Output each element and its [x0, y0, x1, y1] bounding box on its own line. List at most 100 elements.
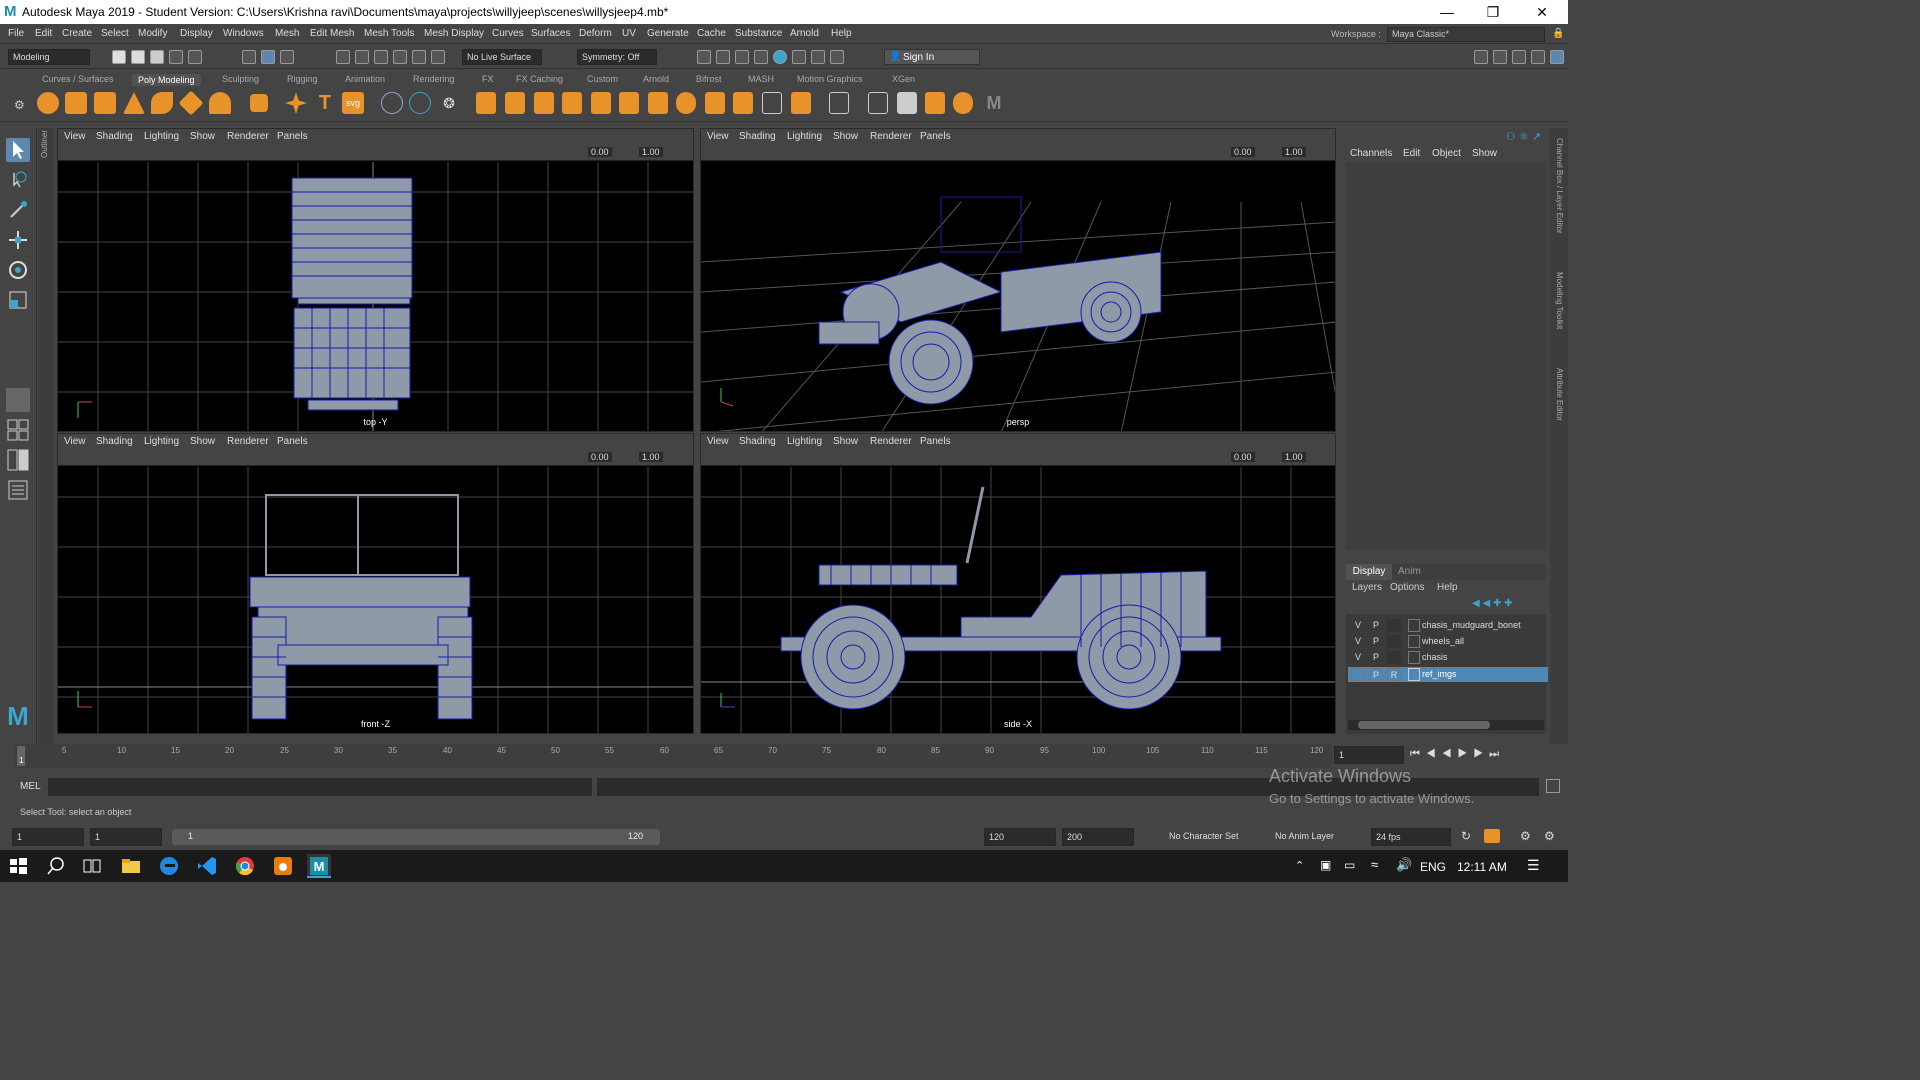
menu-generate[interactable]: Generate — [647, 28, 689, 39]
shelf-tab-arnold[interactable]: Arnold — [643, 74, 669, 84]
exposure-field[interactable]: 0.00 — [1231, 147, 1255, 157]
vscode-icon[interactable] — [195, 854, 219, 878]
panel-menu-renderer[interactable]: Renderer — [870, 436, 912, 447]
poly-disc-icon[interactable] — [209, 92, 231, 114]
connect-icon[interactable] — [762, 92, 782, 114]
time-slider-track[interactable] — [14, 744, 1332, 768]
mel-label[interactable]: MEL — [20, 781, 41, 792]
close-button[interactable]: ✕ — [1519, 0, 1565, 24]
sphere-tool-icon[interactable] — [381, 92, 403, 114]
ipr-render-icon[interactable] — [735, 50, 749, 64]
playback-end-field[interactable]: 120 — [984, 828, 1056, 846]
layer-tab-anim[interactable]: Anim — [1398, 566, 1421, 577]
new-scene-icon[interactable] — [112, 50, 126, 64]
combine-icon[interactable] — [476, 92, 496, 114]
layer-visible-toggle[interactable]: V — [1351, 619, 1365, 632]
four-view-layout-icon[interactable] — [6, 418, 30, 442]
menu-mesh-tools[interactable]: Mesh Tools — [364, 28, 414, 39]
super-shape-icon[interactable] — [285, 92, 307, 114]
panel-menu-show[interactable]: Show — [833, 131, 858, 142]
layer-row-selected[interactable]: P R ref_imgs — [1348, 667, 1548, 682]
panel-menu-panels[interactable]: Panels — [920, 436, 951, 447]
shelf-tab-custom[interactable]: Custom — [587, 74, 618, 84]
gamma-field[interactable]: 1.00 — [1282, 452, 1306, 462]
panel-menu-shading[interactable]: Shading — [96, 131, 133, 142]
viewport-front[interactable]: View Shading Lighting Show Renderer Pane… — [57, 433, 694, 734]
single-perspective-layout-icon[interactable] — [6, 388, 30, 412]
separate-icon[interactable] — [505, 92, 525, 114]
file-explorer-icon[interactable] — [119, 854, 143, 878]
type-tool-icon[interactable]: T — [314, 92, 336, 114]
toggle-modeling-toolkit-icon[interactable] — [1474, 50, 1488, 64]
menuset-dropdown[interactable]: Modeling — [8, 49, 90, 65]
maya-taskbar-icon[interactable]: M — [307, 854, 331, 878]
side-tab-channel-box[interactable]: Channel Box / Layer Editor — [1555, 138, 1564, 234]
viewport-top[interactable]: View Shading Lighting Show Renderer Pane… — [57, 128, 694, 432]
layer-visible-toggle[interactable] — [1351, 668, 1365, 681]
planar-map-icon[interactable] — [868, 92, 888, 114]
undo-icon[interactable] — [169, 50, 183, 64]
anim-prefs-icon[interactable]: ⚙ — [1520, 829, 1531, 843]
poly-cone-icon[interactable] — [123, 92, 145, 114]
viewport-canvas[interactable]: persp — [701, 162, 1335, 431]
playback-controls[interactable]: ⏮◀◀▶▶⏭ — [1410, 748, 1505, 761]
select-tool-icon[interactable] — [6, 138, 30, 162]
poly-plane-icon[interactable] — [178, 90, 204, 116]
channel-box-icons[interactable]: ⚇ ⚛ ↗ — [1506, 130, 1541, 143]
save-scene-icon[interactable] — [150, 50, 164, 64]
render-frame-icon[interactable] — [716, 50, 730, 64]
panel-menu-renderer[interactable]: Renderer — [870, 131, 912, 142]
menu-create[interactable]: Create — [62, 28, 92, 39]
layer-color-swatch[interactable] — [1408, 651, 1420, 664]
panel-menu-panels[interactable]: Panels — [920, 131, 951, 142]
paint-select-tool-icon[interactable] — [6, 198, 30, 222]
snap-point-icon[interactable] — [374, 50, 388, 64]
exposure-field[interactable]: 0.00 — [588, 147, 612, 157]
panel-menu-shading[interactable]: Shading — [739, 131, 776, 142]
layer-visible-toggle[interactable]: V — [1351, 651, 1365, 664]
shelf-tab-animation[interactable]: Animation — [345, 74, 385, 84]
panel-menu-show[interactable]: Show — [190, 131, 215, 142]
layer-display-type-toggle[interactable]: R — [1387, 668, 1401, 681]
exposure-field[interactable]: 0.00 — [1231, 452, 1255, 462]
layer-playback-toggle[interactable]: P — [1369, 619, 1383, 632]
fps-dropdown[interactable]: 24 fps — [1371, 828, 1451, 846]
blender-icon[interactable] — [271, 854, 295, 878]
panel-menu-panels[interactable]: Panels — [277, 436, 308, 447]
sign-in-button[interactable]: 👤 Sign In — [884, 49, 980, 65]
layer-color-swatch[interactable] — [1408, 635, 1420, 648]
uv-editor-icon[interactable] — [829, 92, 849, 114]
redo-icon[interactable] — [188, 50, 202, 64]
poly-info-icon[interactable] — [409, 92, 431, 114]
layer-playback-toggle[interactable]: P — [1369, 635, 1383, 648]
render-settings-icon[interactable] — [754, 50, 768, 64]
unfold-icon[interactable] — [953, 92, 973, 114]
menu-edit-mesh[interactable]: Edit Mesh — [310, 28, 354, 39]
menu-cache[interactable]: Cache — [697, 28, 726, 39]
range-bar[interactable]: 1 120 — [172, 829, 660, 845]
language-indicator[interactable]: ENG — [1420, 860, 1446, 874]
poly-cube-icon[interactable] — [65, 92, 87, 114]
script-editor-icon[interactable] — [1546, 779, 1560, 793]
maya-m-icon[interactable]: M — [983, 92, 1005, 114]
outliner-layout-icon[interactable] — [6, 478, 30, 502]
windows-start-icon[interactable] — [6, 854, 30, 878]
svg-tool-icon[interactable]: svg — [342, 92, 364, 114]
layer-menu-options[interactable]: Options — [1390, 582, 1424, 593]
viewport-side[interactable]: View Shading Lighting Show Renderer Pane… — [700, 433, 1336, 734]
append-icon[interactable] — [648, 92, 668, 114]
menu-mesh-display[interactable]: Mesh Display — [424, 28, 484, 39]
shelf-settings-gear-icon[interactable]: ⚙ — [14, 98, 25, 112]
gamma-field[interactable]: 1.00 — [1282, 147, 1306, 157]
extrude-icon[interactable] — [562, 92, 582, 114]
platonic-solid-icon[interactable] — [248, 92, 270, 114]
exposure-field[interactable]: 0.00 — [588, 452, 612, 462]
layer-action-icons[interactable]: ◀ ◀ ✚ ✚ — [1472, 598, 1512, 609]
lasso-tool-icon[interactable] — [6, 168, 30, 192]
layer-playback-toggle[interactable]: P — [1369, 651, 1383, 664]
menu-mesh[interactable]: Mesh — [275, 28, 299, 39]
layer-row[interactable]: V P chasis — [1348, 650, 1548, 665]
pause-ipr-icon[interactable] — [830, 50, 844, 64]
layer-row[interactable]: V P wheels_all — [1348, 634, 1548, 649]
layer-menu-layers[interactable]: Layers — [1352, 582, 1382, 593]
